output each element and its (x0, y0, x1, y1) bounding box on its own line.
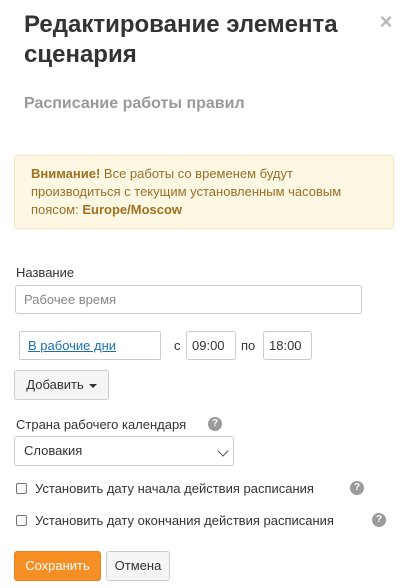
close-icon[interactable]: × (376, 11, 396, 33)
end-date-label[interactable]: Установить дату окончания действия распи… (35, 513, 334, 528)
help-icon[interactable]: ? (208, 417, 222, 431)
chevron-down-icon (217, 445, 229, 457)
to-label: по (241, 338, 256, 353)
start-date-label[interactable]: Установить дату начала действия расписан… (35, 481, 314, 496)
from-label: с (174, 338, 181, 353)
caret-down-icon (88, 383, 97, 388)
days-selector[interactable]: В рабочие дни (19, 331, 161, 360)
name-label: Название (16, 265, 75, 280)
section-subtitle: Расписание работы правил (24, 95, 245, 112)
to-time-input[interactable] (263, 331, 312, 360)
add-dropdown-button[interactable]: Добавить (14, 370, 109, 400)
end-date-checkbox[interactable] (16, 515, 27, 526)
start-date-checkbox[interactable] (16, 483, 27, 494)
dialog-title: Редактирование элемента сценария (24, 11, 338, 68)
days-link[interactable]: В рабочие дни (28, 338, 116, 353)
cancel-button[interactable]: Отмена (106, 551, 170, 581)
name-input[interactable] (15, 285, 362, 314)
timezone-alert: Внимание! Все работы со временем будут п… (14, 155, 394, 229)
country-select[interactable]: Словакия (14, 436, 234, 466)
from-time-input[interactable] (186, 331, 236, 360)
alert-timezone: Europe/Moscow (82, 202, 183, 217)
save-button[interactable]: Сохранить (14, 551, 101, 581)
country-label: Страна рабочего календаря (16, 417, 187, 432)
alert-strong: Внимание! (31, 166, 101, 181)
help-icon[interactable]: ? (372, 513, 386, 527)
country-select-value: Словакия (24, 443, 83, 458)
add-button-label: Добавить (26, 377, 84, 392)
help-icon[interactable]: ? (350, 481, 364, 495)
